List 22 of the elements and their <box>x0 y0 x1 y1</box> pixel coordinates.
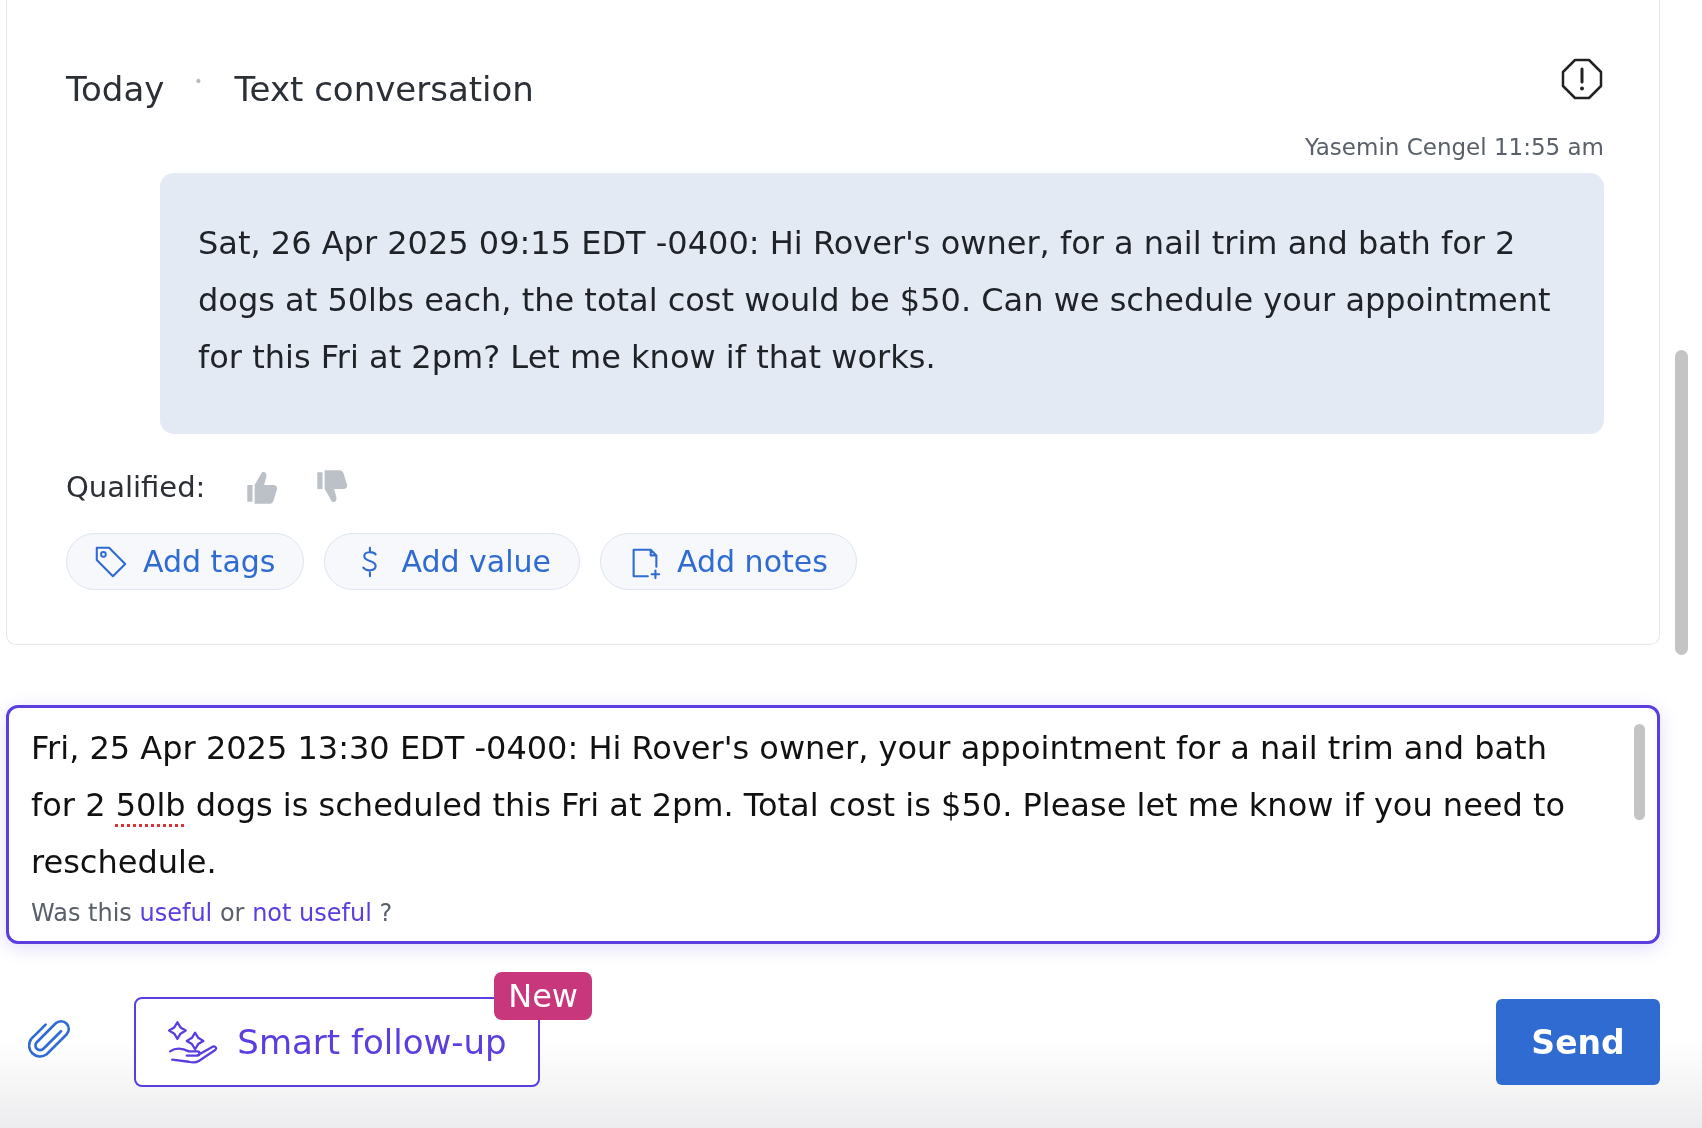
message-bubble: Sat, 26 Apr 2025 09:15 EDT -0400: Hi Rover's owner, for a nail trim and bath for 2 dogs at 50lbs each, the total cost would be $50. Can we schedule your appointment for this Fri at 2pm? Let me know if that works. <box>160 173 1604 434</box>
qualified-label: Qualified: <box>66 470 206 504</box>
useful-link[interactable]: useful <box>139 899 213 927</box>
question-mark: ? <box>379 899 393 927</box>
sparkle-hand-icon <box>167 1018 220 1066</box>
channel-label: Text conversation <box>234 69 534 109</box>
add-value-button[interactable]: Add value <box>324 533 580 590</box>
message-draft-text: Fri, 25 Apr 2025 13:30 EDT -0400: Hi Rover's owner, your appointment for a nail trim and bath for 2 50lb dogs is scheduled this Fri at 2pm. Total cost is $50. Please let me know if you need to reschedule. <box>31 729 1566 881</box>
add-notes-button[interactable]: Add notes <box>600 533 857 590</box>
new-badge: New <box>494 972 592 1020</box>
alert-icon[interactable] <box>1560 57 1604 101</box>
feedback-or: or <box>219 899 245 927</box>
scrollbar-thumb[interactable] <box>1674 350 1688 655</box>
separator-dot: • <box>194 73 203 89</box>
add-tags-button[interactable]: Add tags <box>66 533 305 590</box>
feedback-prompt: Was this <box>31 899 132 927</box>
sender-timestamp: Yasemin Cengel 11:55 am <box>1303 134 1604 160</box>
send-button[interactable]: Send <box>1496 999 1660 1085</box>
message-input-field[interactable] <box>6 705 1660 944</box>
scrollbar-thumb[interactable] <box>1634 724 1645 820</box>
not-useful-link[interactable]: not useful <box>252 899 372 927</box>
date-label: Today <box>66 69 165 109</box>
